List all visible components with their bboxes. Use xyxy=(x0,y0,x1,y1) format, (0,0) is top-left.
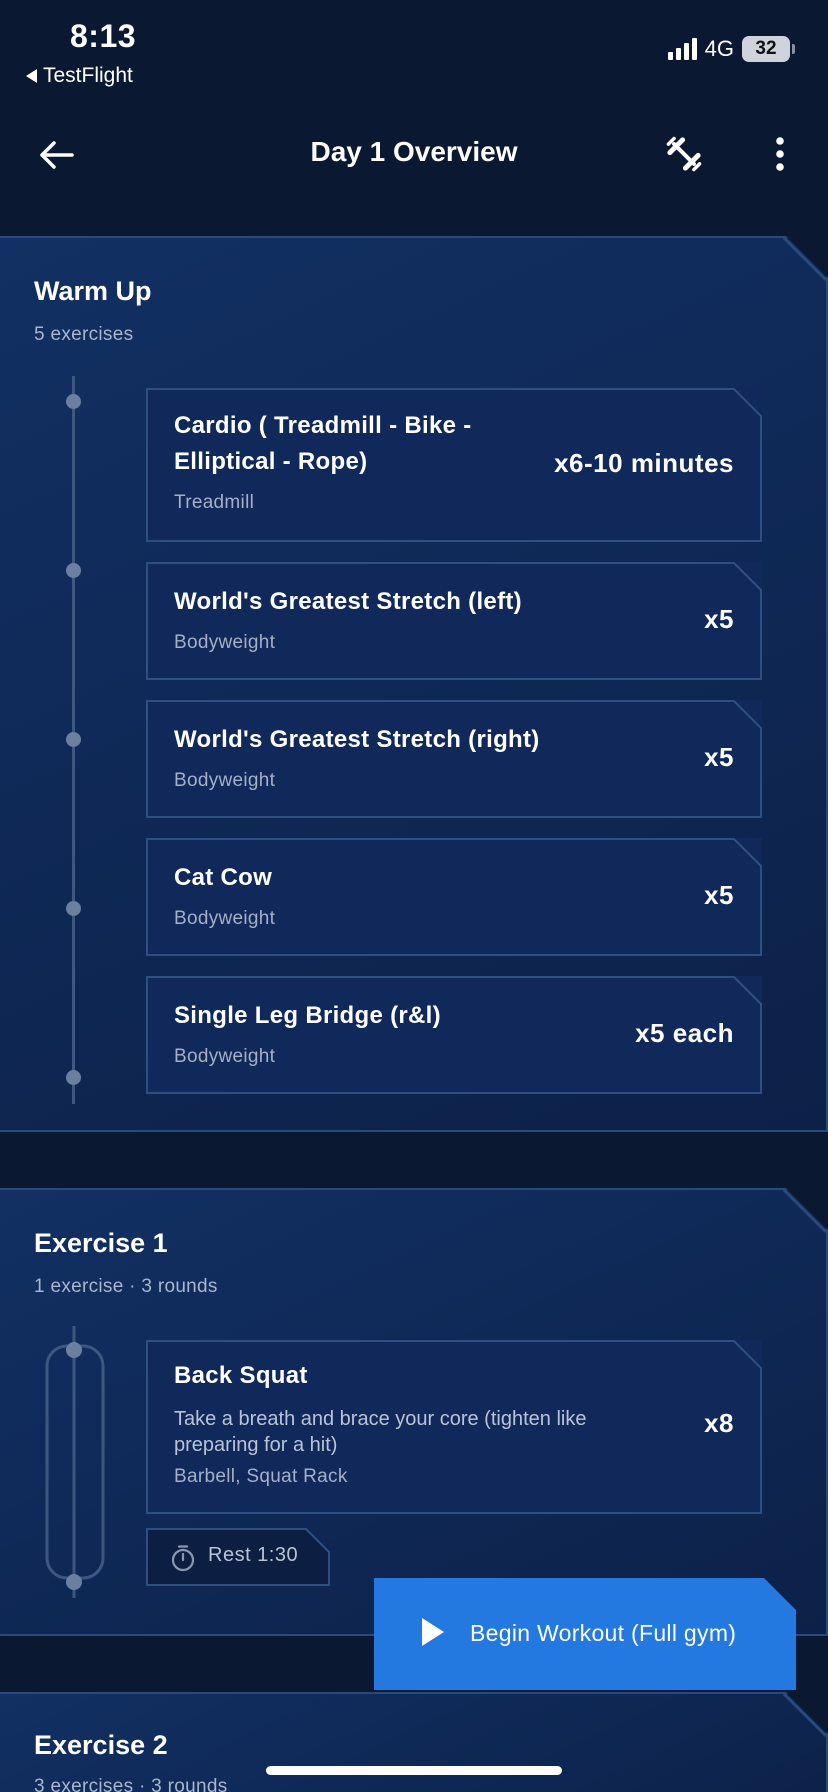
battery-icon: 32 xyxy=(742,36,795,62)
section-title: Warm Up xyxy=(34,276,152,306)
exercise-name-continued: Elliptical - Rope) xyxy=(174,448,368,475)
battery-level: 32 xyxy=(755,38,777,59)
exercise-name: Single Leg Bridge (r&l) xyxy=(174,1002,441,1029)
exercise-reps: x6-10 minutes xyxy=(554,448,734,478)
more-vertical-icon xyxy=(776,137,784,171)
section-warm-up: Warm Up 5 exercises Cardio ( Treadmill -… xyxy=(0,236,828,1132)
timer-icon xyxy=(171,1545,195,1572)
workout-overview-screen: 8:13 TestFlight 4G 32 Day 1 Overview War… xyxy=(0,0,828,1792)
exercise-name: Back Squat xyxy=(174,1362,308,1389)
round-loop-indicator xyxy=(45,1326,105,1598)
exercise-card[interactable]: Cardio ( Treadmill - Bike - Elliptical -… xyxy=(146,388,762,542)
exercise-description: Take a breath and brace your core (tight… xyxy=(174,1408,587,1430)
exercise-reps: x8 xyxy=(704,1408,734,1438)
exercise-card[interactable]: Single Leg Bridge (r&l) Bodyweight x5 ea… xyxy=(146,976,762,1094)
exercise-equipment: Bodyweight xyxy=(174,770,276,791)
section-subtitle: 1 exercise · 3 rounds xyxy=(34,1276,218,1297)
exercise-name: Cat Cow xyxy=(174,864,273,891)
corner-cut-decoration xyxy=(782,1694,826,1738)
exercise-reps: x5 xyxy=(704,742,734,772)
begin-workout-label: Begin Workout (Full gym) xyxy=(470,1620,737,1646)
section-title: Exercise 2 xyxy=(34,1730,168,1760)
corner-cut-decoration xyxy=(782,1190,826,1234)
exercise-name: World's Greatest Stretch (right) xyxy=(174,726,540,753)
exercise-equipment: Bodyweight xyxy=(174,1046,276,1067)
begin-workout-button[interactable]: Begin Workout (Full gym) xyxy=(374,1578,796,1690)
section-subtitle: 5 exercises xyxy=(34,324,134,345)
timeline-dot xyxy=(66,901,81,916)
exercise-card[interactable]: World's Greatest Stretch (left) Bodyweig… xyxy=(146,562,762,680)
timeline-dot xyxy=(66,563,81,578)
timeline-dot xyxy=(66,1070,81,1085)
back-triangle-icon xyxy=(26,69,37,83)
dumbbell-icon xyxy=(666,136,702,172)
back-app-label: TestFlight xyxy=(43,64,133,87)
exercise-description-continued: preparing for a hit) xyxy=(174,1434,338,1456)
rest-duration: Rest 1:30 xyxy=(208,1544,299,1566)
exercise-equipment: Bodyweight xyxy=(174,908,276,929)
signal-icon xyxy=(667,38,697,60)
exercise-name: Cardio ( Treadmill - Bike - xyxy=(174,412,472,439)
rest-chip: Rest 1:30 xyxy=(146,1528,330,1586)
exercise-equipment: Bodyweight xyxy=(174,632,276,653)
exercise-card[interactable]: World's Greatest Stretch (right) Bodywei… xyxy=(146,700,762,818)
back-to-app-link[interactable]: TestFlight xyxy=(26,64,133,88)
play-icon xyxy=(422,1618,444,1646)
exercise-equipment: Treadmill xyxy=(174,492,255,513)
exercise-name: World's Greatest Stretch (left) xyxy=(174,588,522,615)
equipment-button[interactable] xyxy=(656,126,712,182)
exercise-card[interactable]: Cat Cow Bodyweight x5 xyxy=(146,838,762,956)
status-indicators: 4G 32 xyxy=(667,36,795,62)
timeline-dot xyxy=(66,394,81,409)
top-app-bar: Day 1 Overview xyxy=(0,110,828,200)
section-title: Exercise 1 xyxy=(34,1228,168,1258)
exercise-equipment: Barbell, Squat Rack xyxy=(174,1466,348,1487)
exercise-reps: x5 each xyxy=(635,1018,734,1048)
home-indicator[interactable] xyxy=(266,1766,562,1775)
exercise-reps: x5 xyxy=(704,880,734,910)
card-border xyxy=(146,838,762,956)
section-subtitle: 3 exercises · 3 rounds xyxy=(34,1776,228,1792)
card-border xyxy=(146,700,762,818)
section-exercise-1: Exercise 1 1 exercise · 3 rounds Back Sq… xyxy=(0,1188,828,1636)
network-type: 4G xyxy=(704,36,734,61)
exercise-card[interactable]: Back Squat Take a breath and brace your … xyxy=(146,1340,762,1514)
more-options-button[interactable] xyxy=(760,126,800,182)
timeline-dot xyxy=(66,732,81,747)
corner-cut-decoration xyxy=(782,238,826,282)
exercise-reps: x5 xyxy=(704,604,734,634)
card-border xyxy=(146,562,762,680)
status-time: 8:13 xyxy=(70,18,137,54)
section-exercise-2: Exercise 2 3 exercises · 3 rounds xyxy=(0,1692,828,1792)
